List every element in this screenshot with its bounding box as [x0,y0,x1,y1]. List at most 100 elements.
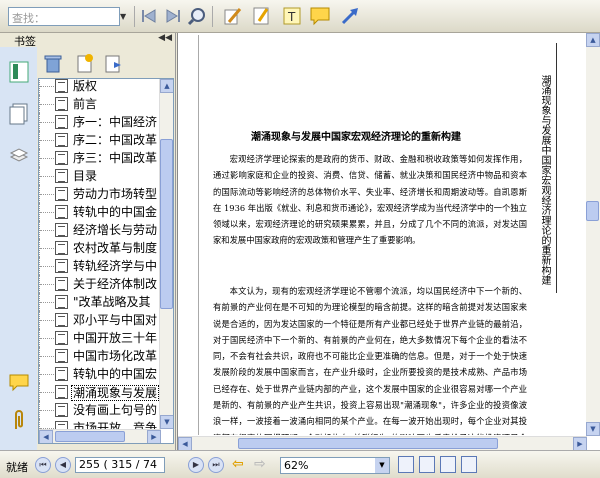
bookmark-item[interactable]: 序二：中国改革 [39,131,159,149]
comments-tab-icon[interactable] [9,373,29,393]
scroll-thumb[interactable] [238,438,498,449]
delete-bookmark-icon[interactable] [42,52,64,74]
bookmark-page-icon [55,331,68,345]
bookmark-page-icon [55,223,68,237]
bookmark-page-icon [55,349,68,363]
search-input[interactable]: 查找： [8,7,120,26]
bookmark-item[interactable]: 转轨经济学与中 [39,257,159,275]
text-tool-icon[interactable]: T [281,5,303,27]
scroll-right-button[interactable]: ▶ [573,437,587,451]
previous-page-button[interactable]: ◀ [55,457,71,473]
scroll-down-button[interactable]: ▼ [160,415,173,429]
bookmark-page-icon [55,367,68,381]
bookmark-page-icon [55,133,68,147]
arrow-icon[interactable] [339,5,361,27]
paragraph: 本文认为，现有的宏观经济学理论不管哪个流派，均以国民经济中下一个新的、有前景的产… [213,286,527,435]
first-page-button[interactable]: ⏮ [35,457,51,473]
document-view[interactable]: 潮涌现象与发展中国家宏观经济理论的重新构建 潮涌现象与发展中国家宏观经济理论的重… [177,33,600,451]
bookmark-properties-icon[interactable] [102,52,124,74]
facing-view-icon[interactable] [440,456,456,473]
main-toolbar: 查找： ▼ T [0,0,600,33]
bookmark-item[interactable]: "改革战略及其 [39,293,159,311]
bookmark-item[interactable]: 没有画上句号的 [39,401,159,419]
bookmark-page-icon [55,97,68,111]
scroll-thumb[interactable] [586,201,599,221]
forward-arrow-icon[interactable]: ⇨ [254,456,266,472]
status-text: 就绪 [6,461,28,474]
collapse-panel-icon[interactable]: ◀◀ [158,33,172,43]
bookmark-label: 序二：中国改革 [73,133,158,147]
bookmark-item[interactable]: 关于经济体制改 [39,275,159,293]
bookmark-item[interactable]: 序一：中国经济 [39,113,159,131]
layers-tab-icon[interactable] [9,145,29,165]
bookmark-item[interactable]: 转轨中的中国金 [39,203,159,221]
bookmark-item[interactable]: 中国开放三十年 [39,329,159,347]
pages-tab-icon[interactable] [9,103,29,125]
nav-next-icon[interactable] [162,5,184,27]
last-page-button[interactable]: ⏭ [208,457,224,473]
scroll-up-button[interactable]: ▲ [160,79,173,93]
bookmark-tree: 外汇管理体制改市场开放、竞争没有画上句号的潮涌现象与发展转轨中的中国宏中国市场化… [38,78,174,444]
bookmark-item[interactable]: 序三：中国改革 [39,149,159,167]
chevron-down-icon[interactable]: ▼ [375,458,389,473]
bookmark-item[interactable]: 版权 [39,79,159,95]
document-horizontal-scrollbar[interactable]: ◀ ▶ [178,436,587,451]
pencil-icon[interactable] [222,5,244,27]
document-vertical-scrollbar[interactable]: ▲ ▼ [586,33,600,436]
bookmark-label: 邓小平与中国对 [73,313,158,327]
bookmark-page-icon [55,259,68,273]
scroll-up-button[interactable]: ▲ [586,33,600,47]
tree-connector [39,401,54,419]
bookmark-label: 潮涌现象与发展 [71,385,159,401]
highlighter-icon[interactable] [250,5,272,27]
nav-prev-icon[interactable] [138,5,160,27]
bookmark-item[interactable]: 潮涌现象与发展 [39,383,159,401]
tree-connector [39,347,54,365]
bookmark-item[interactable]: 劳动力市场转型 [39,185,159,203]
tree-connector [39,293,54,311]
note-icon[interactable] [309,5,331,27]
scroll-down-button[interactable]: ▼ [586,422,600,436]
bookmark-item[interactable]: 邓小平与中国对 [39,311,159,329]
panel-header: 书签 ◀◀ [0,33,176,48]
tree-connector [39,79,54,95]
bookmark-page-icon [55,241,68,255]
continuous-facing-view-icon[interactable] [461,456,477,473]
zoom-select[interactable]: 62% ▼ [280,457,390,474]
bookmark-label: 中国开放三十年 [73,331,158,345]
zoom-search-icon[interactable] [186,5,208,27]
bookmark-page-icon [55,187,68,201]
bookmark-page-icon [55,205,68,219]
single-page-view-icon[interactable] [398,456,414,473]
bookmark-item[interactable]: 农村改革与制度 [39,239,159,257]
scroll-thumb[interactable] [160,139,173,309]
bookmark-item[interactable]: 目录 [39,167,159,185]
tree-connector [39,149,54,167]
search-dropdown-icon[interactable]: ▼ [120,7,128,26]
next-page-button[interactable]: ▶ [188,457,204,473]
bookmark-label: 劳动力市场转型 [73,187,158,201]
bookmark-panel: 书签 ◀◀ 外汇管理体制改市场开放、竞争没有画上句号的潮涌现象与发展转轨中的中国… [0,33,176,450]
add-bookmark-icon[interactable] [74,52,96,74]
toolbar-separator [134,6,135,27]
bookmark-label: "改革战略及其 [73,295,151,309]
bookmark-label: 转轨中的中国金 [73,205,158,219]
bookmark-tab-icon[interactable] [9,61,29,83]
attachments-tab-icon[interactable] [9,409,29,429]
bookmark-item[interactable]: 经济增长与劳动 [39,221,159,239]
bookmark-item[interactable]: 转轨中的中国宏 [39,365,159,383]
bookmark-item[interactable]: 中国市场化改革 [39,347,159,365]
page-number-field[interactable]: 255 ( 315 / 74 [75,457,165,473]
bookmark-horizontal-scrollbar[interactable]: ◀ ▶ [39,429,161,443]
tree-connector [39,95,54,113]
bookmark-vertical-scrollbar[interactable]: ▲ ▼ [159,79,173,429]
continuous-view-icon[interactable] [419,456,435,473]
tree-connector [39,275,54,293]
scroll-left-button[interactable]: ◀ [39,430,53,443]
scroll-left-button[interactable]: ◀ [178,437,192,451]
bookmark-label: 经济增长与劳动 [73,223,158,237]
scroll-thumb[interactable] [55,431,125,442]
back-arrow-icon[interactable]: ⇦ [232,456,244,472]
scroll-right-button[interactable]: ▶ [147,430,161,443]
bookmark-item[interactable]: 前言 [39,95,159,113]
